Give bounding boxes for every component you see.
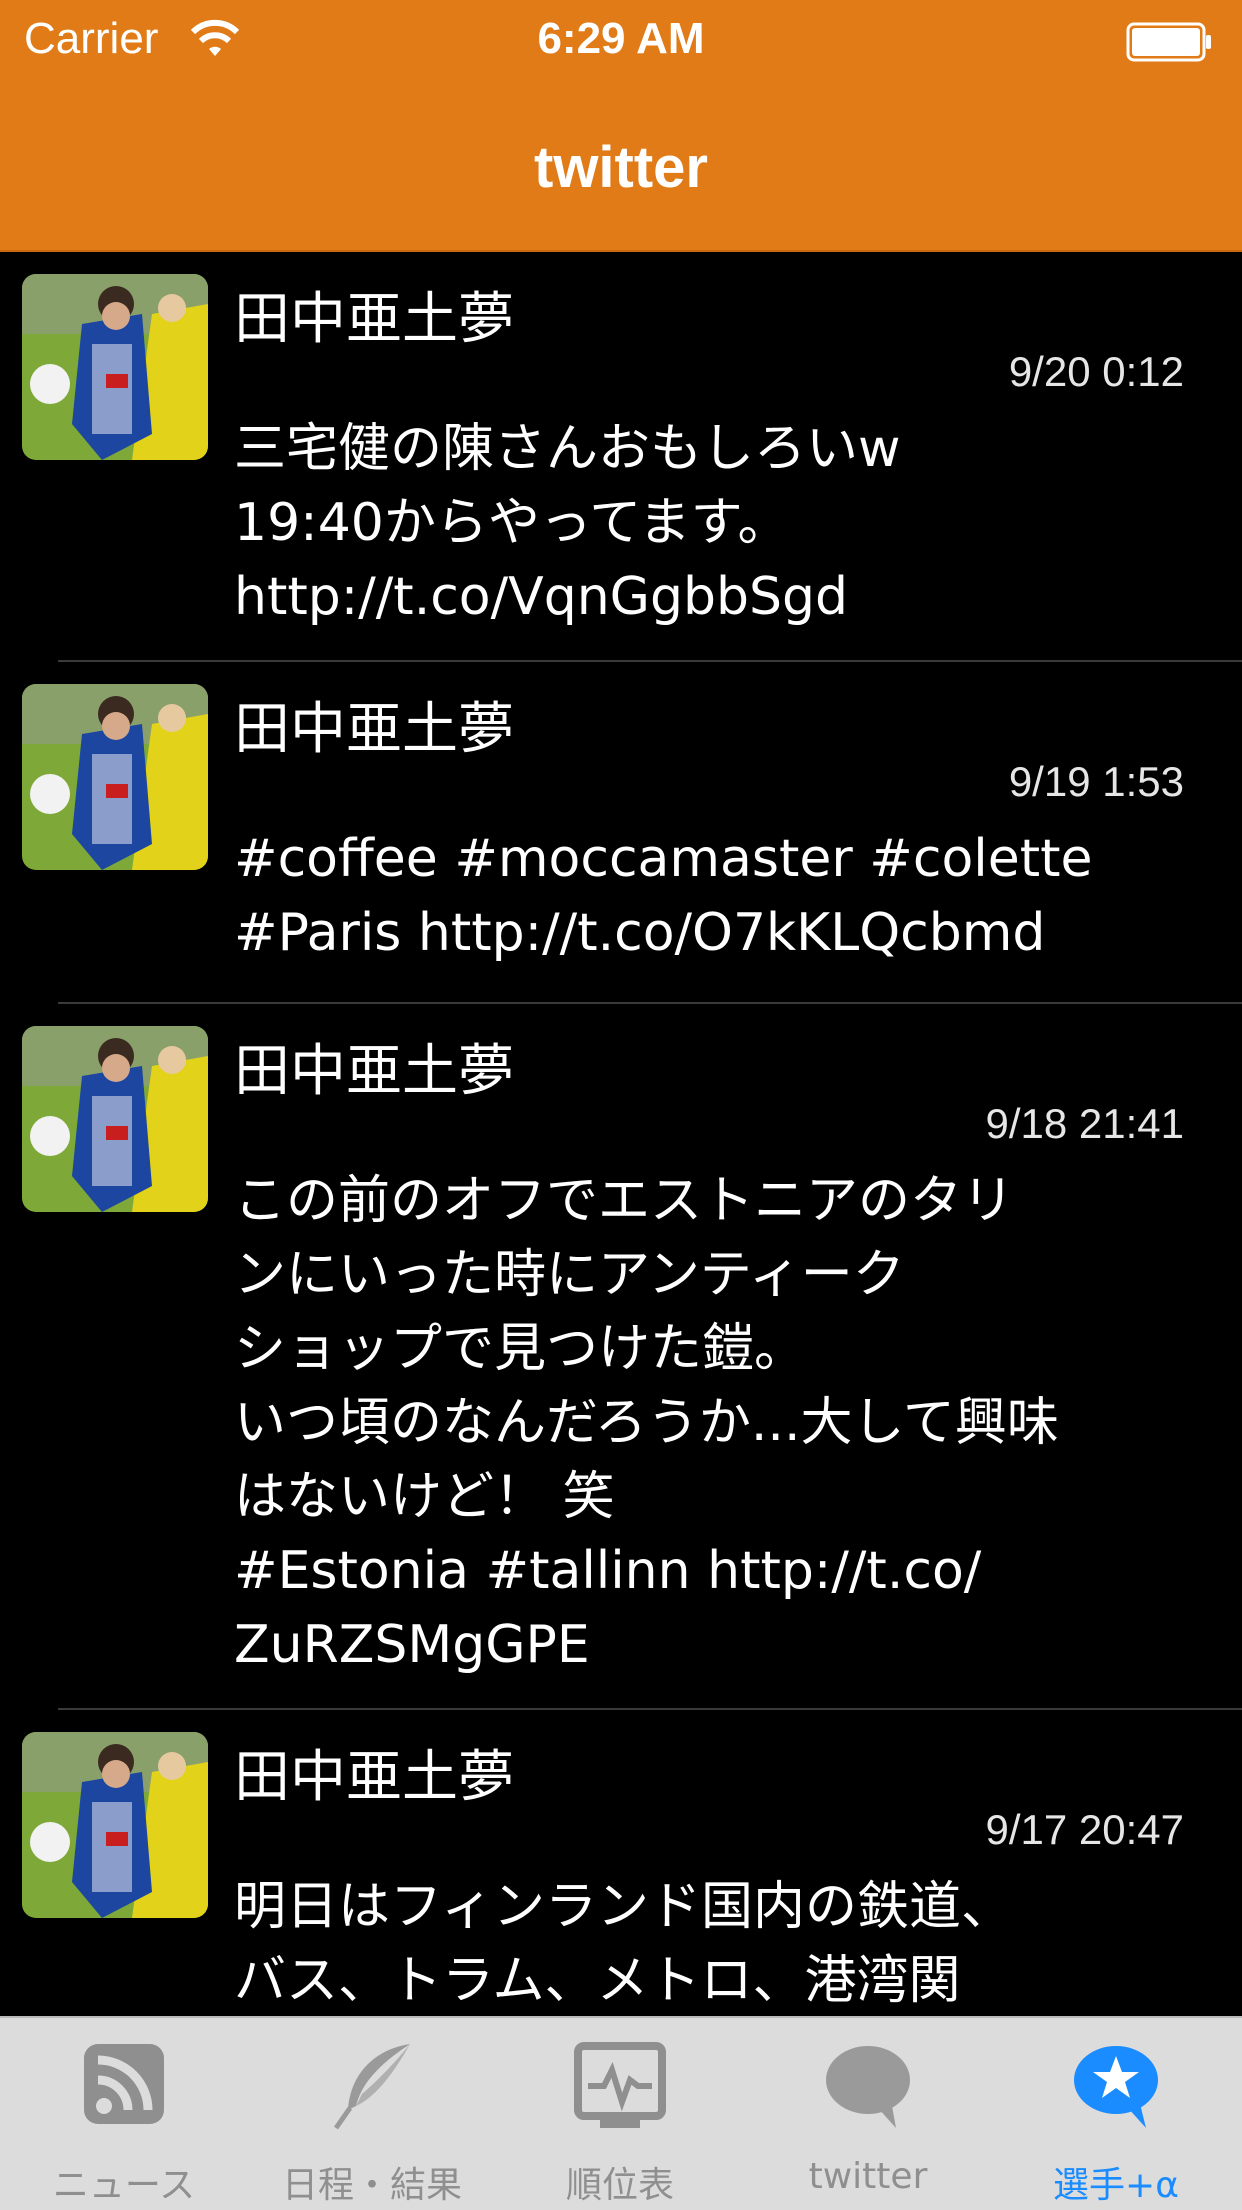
status-bar: Carrier 6:29 AM (0, 0, 1242, 84)
navigation-bar: twitter (0, 84, 1242, 252)
tweet-author: 田中亜土夢 (234, 1745, 514, 1810)
tweet-timestamp: 9/18 21:41 (985, 1100, 1184, 1147)
star-bubble-icon (1074, 2046, 1158, 2128)
tweet-list[interactable]: 田中亜土夢 9/20 0:12 三宅健の陳さんおもしろいw 19:40からやって… (0, 252, 1242, 2016)
tweet-timestamp: 9/19 1:53 (1008, 758, 1184, 805)
tweet-text: #coffee #moccamaster #colette #Paris htt… (234, 829, 1093, 963)
tab-label: 日程・結果 (281, 2165, 462, 2206)
page-title: twitter (534, 135, 708, 200)
tab-label: 順位表 (565, 2165, 674, 2206)
avatar (22, 684, 208, 870)
tweet-text: 三宅健の陳さんおもしろいw 19:40からやってます。 http://t.co/… (234, 419, 901, 627)
tab-label: ニュース (52, 2165, 196, 2206)
tweet-text: この前のオフでエストニアのタリ ンにいった時にアンティーク ショップで見つけた鎧… (234, 1171, 1059, 1675)
avatar (22, 274, 208, 460)
battery-icon (1126, 22, 1211, 62)
tweet-text: 明日はフィンランド国内の鉄道、 バス、トラム、メトロ、港湾関 (234, 1877, 1013, 2011)
tab-players[interactable]: 選手+α (992, 2018, 1240, 2210)
tab-standings[interactable]: 順位表 (496, 2018, 744, 2210)
tweet-author: 田中亜土夢 (234, 1039, 514, 1104)
avatar (22, 1732, 208, 1918)
tweet-cell[interactable]: 田中亜土夢 9/17 20:47 明日はフィンランド国内の鉄道、 バス、トラム、… (0, 1710, 1242, 2016)
tweet-cell[interactable]: 田中亜土夢 9/20 0:12 三宅健の陳さんおもしろいw 19:40からやって… (0, 252, 1242, 662)
tab-label: 選手+α (1053, 2165, 1179, 2206)
avatar (22, 1026, 208, 1212)
tab-label: twitter (808, 2156, 928, 2197)
feather-icon (333, 2044, 410, 2130)
tab-news[interactable]: ニュース (0, 2018, 248, 2210)
chart-pulse-icon (574, 2042, 666, 2128)
tab-twitter[interactable]: twitter (744, 2018, 992, 2210)
tweet-timestamp: 9/20 0:12 (1008, 348, 1184, 395)
tweet-timestamp: 9/17 20:47 (985, 1806, 1184, 1853)
rss-icon (84, 2044, 164, 2124)
tweet-cell[interactable]: 田中亜土夢 9/19 1:53 #coffee #moccamaster #co… (0, 662, 1242, 1004)
tab-bar: ニュース 日程・結果 順位表 twitter 選手+α (0, 2016, 1242, 2210)
tweet-author: 田中亜土夢 (234, 287, 514, 352)
tab-schedule[interactable]: 日程・結果 (248, 2018, 496, 2210)
tweet-cell[interactable]: 田中亜土夢 9/18 21:41 この前のオフでエストニアのタリ ンにいった時に… (0, 1004, 1242, 1710)
tweet-author: 田中亜土夢 (234, 697, 514, 762)
speech-bubble-icon (826, 2046, 910, 2128)
status-time: 6:29 AM (537, 14, 705, 63)
